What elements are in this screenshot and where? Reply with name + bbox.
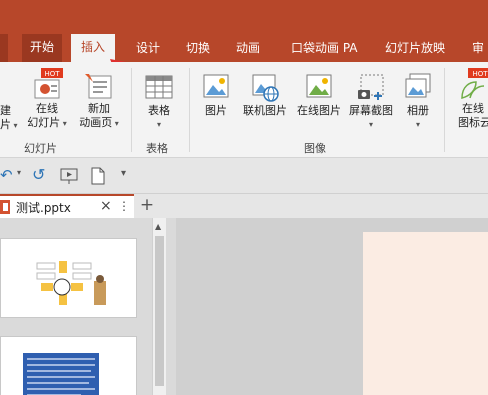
tab-slideshow[interactable]: 幻灯片放映 [385,38,445,62]
tab-animations[interactable]: 动画 [236,38,260,62]
slide-thumbnail[interactable] [0,238,137,318]
scrollbar-thumb[interactable] [155,236,164,386]
table-label: 表格 [148,104,170,117]
current-slide-canvas[interactable] [363,232,488,395]
undo-dropdown-icon[interactable]: ▾ [17,168,21,177]
tab-transitions[interactable]: 切换 [186,38,210,62]
tab-file-edge[interactable] [0,34,8,62]
new-slide-sub: 片 [0,118,11,131]
table-icon [145,75,173,99]
close-tab-icon[interactable]: × [100,198,112,214]
new-slide-button[interactable]: 建 片 ▾ [0,104,18,133]
document-tab[interactable]: 测试.pptx × ⋮ [0,194,134,218]
album-icon [405,73,431,98]
new-animation-page-button[interactable]: 新加 动画页 ▾ [76,66,122,136]
slide-thumbnail-pane [0,218,176,395]
powerpoint-window: 开始 插入 设计 切换 动画 口袋动画 PA 幻灯片放映 审 建 片 ▾ HOT [0,0,488,395]
group-separator [131,68,132,152]
picture-button[interactable]: 图片 [198,66,234,136]
start-slideshow-icon[interactable] [60,167,78,185]
album-button[interactable]: 相册 ▾ [400,66,436,136]
new-slide-label: 建 [0,104,11,117]
screenshot-label: 屏幕截图 [349,104,393,117]
document-filename: 测试.pptx [16,201,71,215]
slide-thumbnail[interactable] [0,336,137,395]
online-icons-button[interactable]: HOT 在线 图标云 [452,66,488,136]
group-label-images: 图像 [304,142,326,155]
online-slides-button[interactable]: HOT 在线 幻灯片 ▾ [22,66,72,136]
undo-icon[interactable]: ↶ [0,166,13,184]
screenshot-icon [358,74,384,100]
new-animation-page-icon [85,74,112,99]
ribbon-insert: 建 片 ▾ HOT 在线 幻灯片 ▾ 新加 动画页 ▾ 幻灯片 表格 ▾ 表格 … [0,62,488,158]
svg-text:HOT: HOT [44,70,60,78]
online-slides-sub: 幻灯片 [27,116,61,129]
tab-pocket-animation[interactable]: 口袋动画 PA [291,38,358,62]
pptx-file-icon [0,200,10,214]
tab-more-icon[interactable]: ⋮ [118,199,130,213]
ribbon-tab-bar: 开始 插入 设计 切换 动画 口袋动画 PA 幻灯片放映 审 [0,0,488,62]
picture-label: 图片 [205,104,227,117]
new-document-icon[interactable] [91,167,105,185]
slide-2-preview [23,353,99,395]
online-image-button[interactable]: 在线图片 [293,66,345,136]
group-separator [444,68,445,152]
new-animation-page-label: 新加 [88,102,110,115]
online-icons-icon: HOT [461,68,488,99]
scroll-up-icon[interactable]: ▲ [155,222,161,231]
album-label: 相册 [407,104,429,117]
picture-icon [203,74,229,98]
online-image-icon [306,74,332,98]
online-picture-button[interactable]: 联机图片 [239,66,291,136]
quick-access-toolbar: ↶ ▾ ↺ ▾ [0,158,488,194]
group-separator [189,68,190,152]
svg-text:HOT: HOT [472,70,488,78]
customize-toolbar-icon[interactable]: ▾ [121,168,126,179]
slide-1-preview [36,261,106,305]
online-image-label: 在线图片 [297,104,341,117]
group-label-slides: 幻灯片 [24,142,57,155]
table-button[interactable]: 表格 ▾ [138,66,180,136]
online-slides-icon: HOT [34,68,63,99]
add-tab-icon[interactable]: + [134,194,160,218]
tab-strip-filler [160,194,488,218]
screenshot-button[interactable]: 屏幕截图 ▾ [345,66,397,136]
redo-icon[interactable]: ↺ [32,165,45,184]
tab-home[interactable]: 开始 [22,34,63,62]
online-picture-icon [252,74,279,102]
online-slides-label: 在线 [36,102,58,115]
online-picture-label: 联机图片 [243,104,287,117]
new-animation-page-sub: 动画页 [79,116,113,129]
group-label-table: 表格 [146,142,168,155]
tab-review[interactable]: 审 [472,38,484,62]
thumbnail-scrollbar[interactable]: ▲ [152,218,166,395]
online-icons-sub: 图标云 [458,116,488,129]
online-icons-label: 在线 [462,102,484,115]
